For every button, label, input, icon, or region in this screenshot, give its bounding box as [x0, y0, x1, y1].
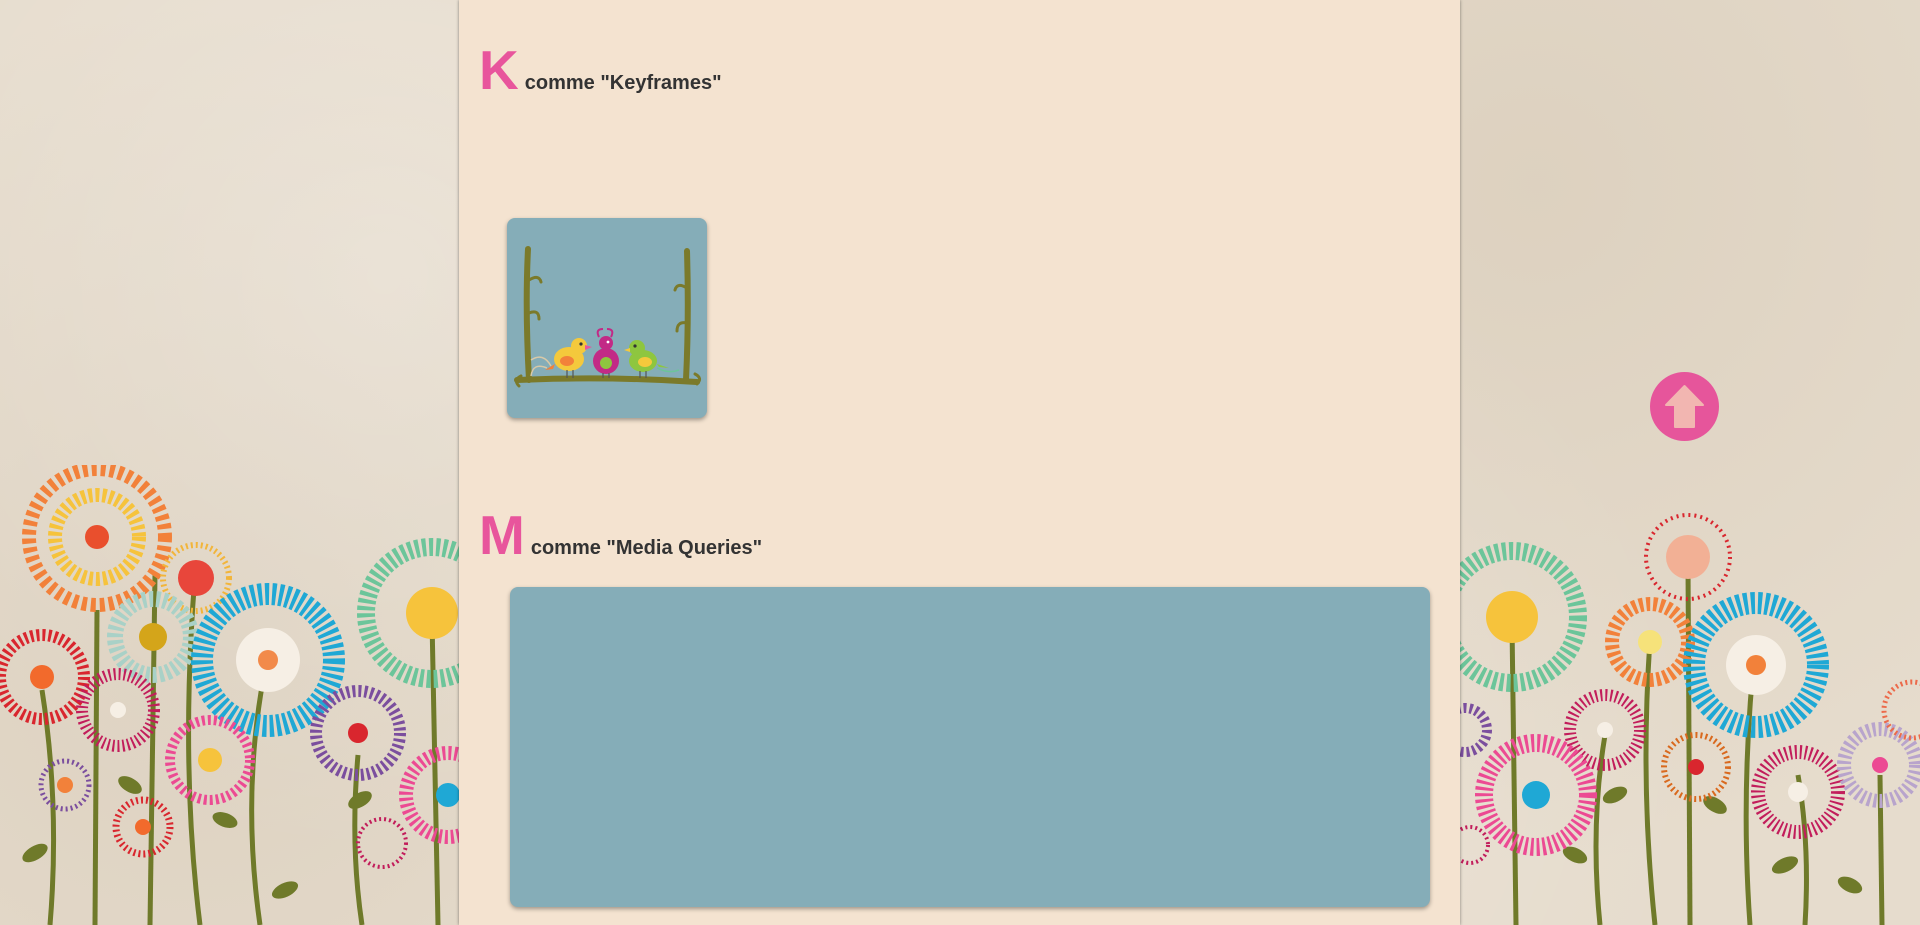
section-title: comme "Keyframes": [524, 72, 722, 94]
birds-on-branch-icon: [514, 246, 702, 388]
section-letter: M: [479, 504, 525, 566]
section-heading-media-queries: M comme "Media Queries": [479, 508, 762, 563]
back-to-top-button[interactable]: [1650, 372, 1719, 441]
arrow-up-icon: [1665, 385, 1704, 428]
section-letter: K: [479, 39, 519, 101]
media-queries-demo-box: [510, 587, 1430, 907]
section-heading-keyframes: K comme "Keyframes": [479, 43, 722, 98]
section-title: comme "Media Queries": [530, 537, 763, 559]
keyframes-animation-demo: [507, 218, 707, 418]
main-content-panel: K comme "Keyframes" M comme "Media Queri…: [459, 0, 1460, 925]
